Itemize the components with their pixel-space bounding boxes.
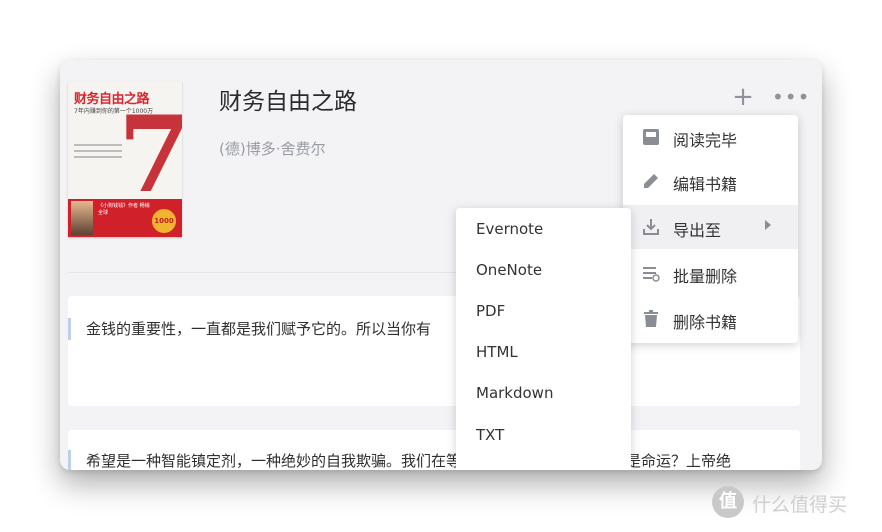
cover-title: 财务自由之路	[74, 92, 150, 107]
export-txt[interactable]: TXT	[476, 426, 504, 444]
menu-item-edit-book[interactable]: 编辑书籍	[623, 159, 798, 203]
menu-item-export[interactable]: 导出至	[623, 205, 798, 249]
menu-item-label: 编辑书籍	[673, 175, 738, 194]
book-cover[interactable]: 7 财务自由之路 7年内赚到你的第一个1000万 《小狗钱钱》作者 畅销全球 1…	[68, 82, 182, 237]
highlight-accent-bar	[68, 318, 71, 340]
pencil-icon	[644, 174, 658, 188]
export-submenu: Evernote OneNote PDF HTML Markdown TXT	[456, 208, 631, 470]
book-title: 财务自由之路	[219, 89, 357, 115]
export-html[interactable]: HTML	[476, 343, 518, 361]
add-button[interactable]: +	[732, 84, 754, 110]
submenu-arrow-icon	[765, 220, 771, 230]
cover-text-lines	[74, 144, 122, 162]
cover-subtitle: 7年内赚到你的第一个1000万	[74, 108, 154, 115]
book-detail-window: 7 财务自由之路 7年内赚到你的第一个1000万 《小狗钱钱》作者 畅销全球 1…	[60, 60, 822, 470]
download-icon	[643, 219, 659, 235]
menu-item-batch-delete[interactable]: 批量删除	[623, 251, 798, 295]
menu-item-delete-book[interactable]: 删除书籍	[623, 297, 798, 341]
export-markdown[interactable]: Markdown	[476, 384, 553, 402]
export-pdf[interactable]: PDF	[476, 302, 505, 320]
cover-strip-text: 《小狗钱钱》作者 畅销全球	[98, 203, 150, 216]
menu-item-finish-reading[interactable]: 阅读完毕	[623, 115, 798, 159]
highlight-accent-bar	[68, 450, 71, 470]
menu-item-label: 删除书籍	[673, 313, 738, 332]
watermark-logo-icon: 值	[712, 486, 744, 518]
batch-list-icon	[643, 267, 660, 282]
book-icon	[643, 129, 659, 145]
author-photo	[71, 201, 93, 235]
highlight-card[interactable]: 希望是一种智能镇定剂，一种绝妙的自我欺骗。我们在等谁？在等什么？是上帝还是命运？…	[68, 430, 800, 470]
menu-item-label: 导出至	[673, 221, 722, 240]
context-menu: 阅读完毕 编辑书籍 导出至 批量删除 删除书籍	[623, 115, 798, 343]
more-options-button[interactable]: •••	[772, 84, 810, 110]
trash-icon	[644, 310, 658, 327]
export-evernote[interactable]: Evernote	[476, 220, 543, 238]
cover-strip: 《小狗钱钱》作者 畅销全球 1000	[68, 199, 182, 237]
menu-item-label: 批量删除	[673, 267, 738, 286]
export-onenote[interactable]: OneNote	[476, 261, 542, 279]
highlight-text: 希望是一种智能镇定剂，一种绝妙的自我欺骗。我们在等谁？在等什么？是上帝还是命运？…	[86, 452, 732, 470]
book-author: (德)博多·舍费尔	[219, 140, 326, 158]
cover-seven-graphic: 7	[118, 92, 182, 216]
highlight-text: 金钱的重要性，一直都是我们赋予它的。所以当你有	[86, 320, 432, 338]
watermark-text: 什么值得买	[752, 494, 848, 516]
menu-item-label: 阅读完毕	[673, 131, 738, 150]
cover-badge: 1000	[152, 209, 176, 233]
